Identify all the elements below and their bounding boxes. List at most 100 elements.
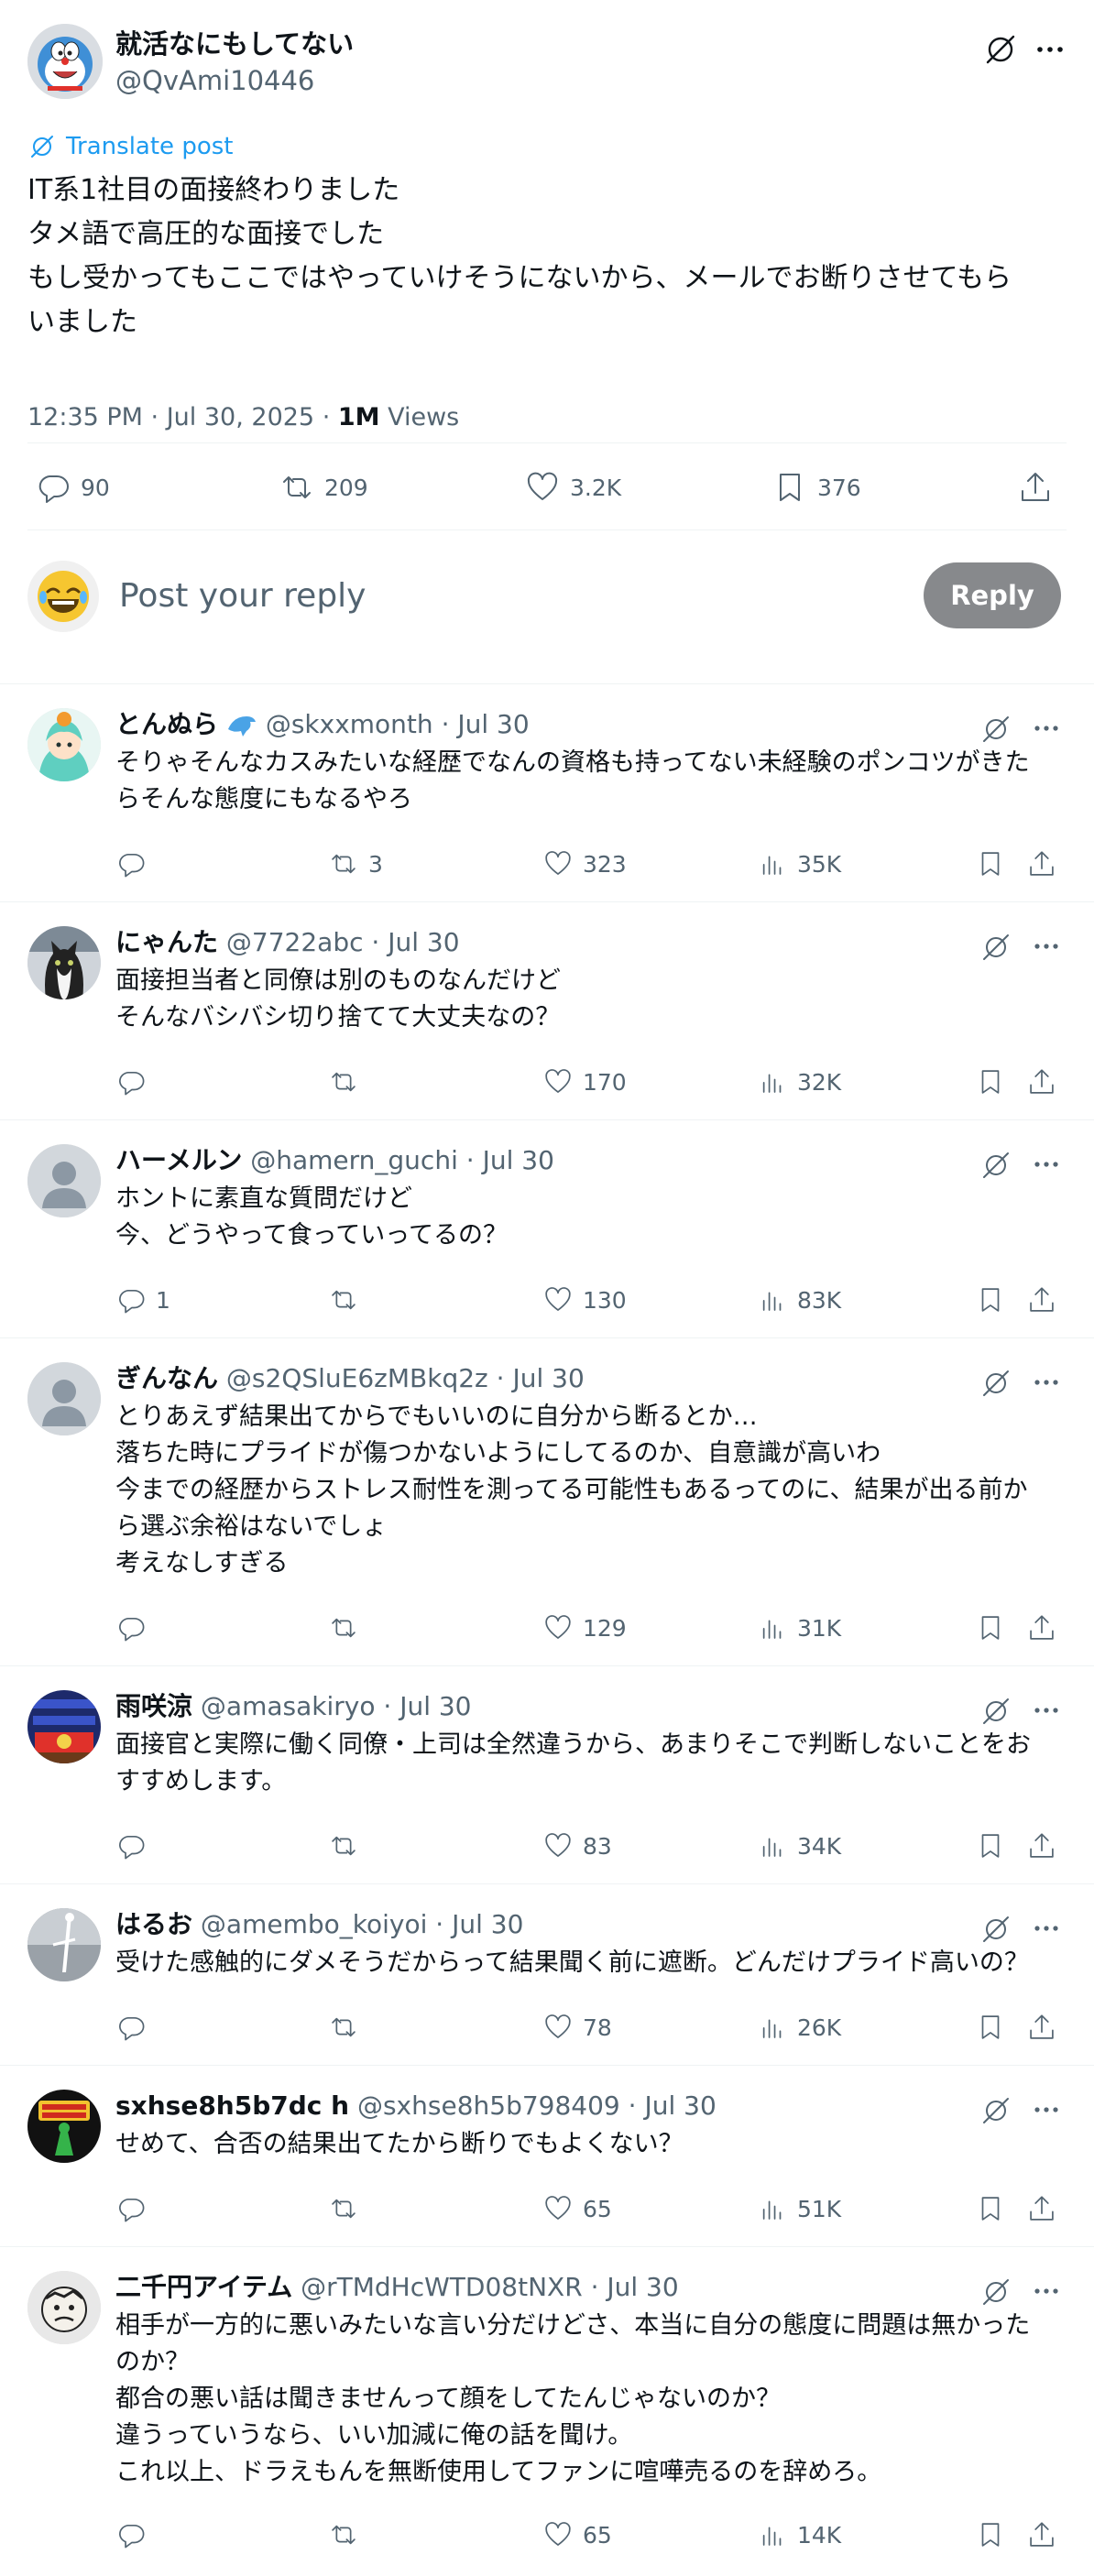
like-button[interactable]: 65 [542,2516,612,2553]
grok-icon[interactable] [979,1694,1013,1729]
views-button[interactable]: 35K [757,846,841,882]
avatar[interactable] [27,24,103,99]
reply-author-name[interactable]: はるお [115,1909,192,1939]
repost-button[interactable] [328,1064,368,1100]
reply-date[interactable]: Jul 30 [644,2090,716,2121]
reply-author-name[interactable]: にゃんた [115,927,218,957]
like-button[interactable]: 83 [542,1828,612,1864]
author-name[interactable]: 就活なにもしてない [115,27,354,60]
like-button[interactable]: 65 [542,2190,612,2227]
reply-date[interactable]: Jul 30 [512,1363,584,1393]
views-button[interactable]: 32K [757,1064,841,1100]
views-button[interactable]: 83K [757,1282,841,1318]
translate-label[interactable]: Translate post [66,133,233,160]
repost-button[interactable]: 209 [279,469,368,506]
reply-date[interactable]: Jul 30 [452,1909,523,1939]
views-button[interactable]: 31K [757,1610,841,1646]
reply-author-name[interactable]: 雨咲涼 [115,1691,192,1721]
translate-link[interactable]: Translate post [27,128,233,165]
bookmark-button[interactable] [975,1828,1006,1864]
share-button[interactable] [1026,1064,1057,1100]
more-icon[interactable] [1028,1364,1065,1401]
bookmark-button[interactable] [975,846,1006,882]
more-icon[interactable] [1030,29,1070,70]
share-button[interactable] [1026,846,1057,882]
share-button[interactable] [1026,1828,1057,1864]
grok-icon[interactable] [979,2275,1013,2309]
grok-icon[interactable] [979,1366,1013,1401]
reply-author-name[interactable]: 二千円アイテム [115,2272,292,2302]
reply-input[interactable]: Post your reply [119,575,366,617]
share-button[interactable] [1026,1610,1057,1646]
avatar[interactable] [27,2271,101,2344]
reply-item[interactable]: とんぬら @skxxmonth · Jul 30 そりゃそんなカスみたいな経歴で… [0,683,1094,901]
reply-submit-button[interactable]: Reply [924,562,1061,628]
avatar[interactable] [27,926,101,999]
bookmark-button[interactable]: 376 [771,469,861,506]
reply-author-handle[interactable]: @7722abc [226,927,364,957]
reply-item[interactable]: はるお @amembo_koiyoi · Jul 30 受けた感触的にダメそうだ… [0,1883,1094,2065]
more-icon[interactable] [1028,710,1065,747]
repost-button[interactable]: 3 [328,846,383,882]
reply-button[interactable] [115,1064,156,1100]
reply-date[interactable]: Jul 30 [483,1145,554,1175]
reply-item[interactable]: にゃんた @7722abc · Jul 30 面接担当者と同僚は別のものなんだけ… [0,901,1094,1119]
repost-button[interactable] [328,1282,368,1318]
more-icon[interactable] [1028,2273,1065,2309]
repost-button[interactable] [328,1610,368,1646]
reply-date[interactable]: Jul 30 [607,2272,678,2302]
like-button[interactable]: 323 [542,846,627,882]
reply-button[interactable] [115,1828,156,1864]
share-button[interactable] [1026,2190,1057,2227]
like-button[interactable]: 78 [542,2009,612,2046]
reply-item[interactable]: 二千円アイテム @rTMdHcWTD08tNXR · Jul 30 相手が一方的… [0,2246,1094,2576]
grok-icon[interactable] [979,930,1013,965]
repost-button[interactable] [328,2516,368,2553]
more-icon[interactable] [1028,1146,1065,1183]
reply-date[interactable]: Jul 30 [457,709,529,739]
reply-author-name[interactable]: ハーメルン [115,1145,242,1175]
bookmark-button[interactable] [975,1282,1006,1318]
share-button[interactable] [1026,2009,1057,2046]
reply-author-handle[interactable]: @s2QSluE6zMBkq2z [226,1363,488,1393]
avatar[interactable] [27,1362,101,1435]
reply-author-handle[interactable]: @hamern_guchi [250,1145,458,1175]
more-icon[interactable] [1028,1910,1065,1947]
reply-button[interactable]: 1 [115,1282,170,1318]
like-button[interactable]: 130 [542,1282,627,1318]
views-button[interactable]: 51K [757,2190,841,2227]
more-icon[interactable] [1028,2091,1065,2128]
reply-author-handle[interactable]: @skxxmonth [266,709,433,739]
reply-author-name[interactable]: sxhse8h5b7dc h [115,2090,349,2121]
bookmark-button[interactable] [975,2190,1006,2227]
repost-button[interactable] [328,2190,368,2227]
avatar[interactable] [27,1690,101,1763]
reply-author-handle[interactable]: @amembo_koiyoi [201,1909,427,1939]
like-button[interactable]: 3.2K [524,469,621,506]
reply-button[interactable] [115,1610,156,1646]
grok-icon[interactable] [979,1148,1013,1183]
reply-button[interactable] [115,2516,156,2553]
share-button[interactable] [1026,1282,1057,1318]
reply-author-name[interactable]: とんぬら [115,709,218,739]
reply-button[interactable] [115,846,156,882]
reply-item[interactable]: ハーメルン @hamern_guchi · Jul 30 ホントに素直な質問だけ… [0,1119,1094,1337]
reply-author-name[interactable]: ぎんなん [115,1363,218,1393]
more-icon[interactable] [1028,928,1065,965]
grok-icon[interactable] [979,1912,1013,1947]
reply-date[interactable]: Jul 30 [399,1691,471,1721]
avatar[interactable] [27,2090,101,2163]
like-button[interactable]: 170 [542,1064,627,1100]
bookmark-button[interactable] [975,2516,1006,2553]
avatar[interactable] [27,708,101,781]
bookmark-button[interactable] [975,1064,1006,1100]
reply-item[interactable]: 雨咲涼 @amasakiryo · Jul 30 面接官と実際に働く同僚・上司は… [0,1665,1094,1883]
grok-icon[interactable] [980,29,1021,70]
like-button[interactable]: 129 [542,1610,627,1646]
bookmark-button[interactable] [975,2009,1006,2046]
reply-button[interactable]: 90 [35,469,110,506]
reply-button[interactable] [115,2009,156,2046]
repost-button[interactable] [328,1828,368,1864]
share-button[interactable] [1017,469,1054,506]
reply-author-handle[interactable]: @sxhse8h5b798409 [357,2090,620,2121]
